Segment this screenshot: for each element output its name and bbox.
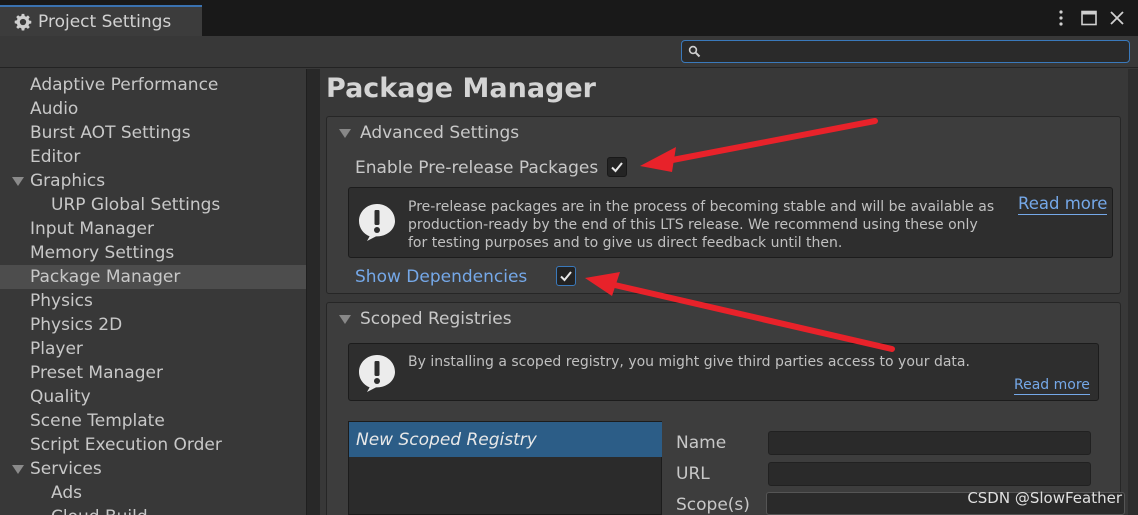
more-options-icon[interactable] xyxy=(1052,9,1070,27)
sidebar-item[interactable]: Services xyxy=(0,457,306,481)
sidebar-item-label: Cloud Build xyxy=(51,505,148,515)
sidebar-splitter[interactable] xyxy=(306,69,320,515)
sidebar-item[interactable]: Script Execution Order xyxy=(0,433,306,457)
sidebar-item-label: Graphics xyxy=(30,171,106,191)
help-line: Pre-release packages are in the process … xyxy=(408,199,995,215)
sidebar-item[interactable]: Physics 2D xyxy=(0,313,306,337)
window-controls xyxy=(1052,9,1126,27)
sidebar-item[interactable]: Cloud Build xyxy=(0,505,306,515)
sidebar-item-label: Script Execution Order xyxy=(30,435,222,455)
sidebar-item[interactable]: URP Global Settings xyxy=(0,193,306,217)
sidebar-item-label: Package Manager xyxy=(30,267,181,287)
sidebar-item[interactable]: Adaptive Performance xyxy=(0,73,306,97)
sidebar-item-label: Ads xyxy=(51,483,82,503)
warning-icon xyxy=(359,204,395,241)
name-label: Name xyxy=(676,433,727,453)
sidebar-item[interactable]: Burst AOT Settings xyxy=(0,121,306,145)
sidebar-item-label: Preset Manager xyxy=(30,363,163,383)
registry-name: New Scoped Registry xyxy=(356,430,537,450)
prerelease-checkbox[interactable] xyxy=(607,157,627,177)
help-line: production-ready by the end of this LTS … xyxy=(408,217,978,233)
prerelease-help-box: Pre-release packages are in the process … xyxy=(348,187,1113,258)
search-input[interactable] xyxy=(681,40,1130,63)
foldout-arrow-icon[interactable] xyxy=(12,465,24,474)
scoped-help-text: By installing a scoped registry, you mig… xyxy=(408,354,970,370)
list-item[interactable]: New Scoped Registry xyxy=(349,422,662,457)
scoped-registry-list: New Scoped Registry xyxy=(348,421,662,515)
prerelease-help-text: Pre-release packages are in the process … xyxy=(408,198,1018,252)
search-icon xyxy=(688,45,701,58)
sidebar-item-label: Quality xyxy=(30,387,91,407)
scoped-registries-header: Scoped Registries xyxy=(360,309,512,329)
foldout-arrow-icon xyxy=(339,315,351,324)
tab-label: Project Settings xyxy=(38,11,172,32)
foldout-arrow-icon[interactable] xyxy=(12,177,24,186)
checkmark-icon xyxy=(611,162,623,173)
scoped-read-more-link[interactable]: Read more xyxy=(1014,377,1090,395)
sidebar-item[interactable]: Graphics xyxy=(0,169,306,193)
tab-project-settings[interactable]: Project Settings xyxy=(0,5,202,36)
checkmark-icon xyxy=(560,271,572,282)
scoped-help-box: By installing a scoped registry, you mig… xyxy=(348,343,1099,401)
gear-icon xyxy=(14,13,32,30)
sidebar-item-label: Scene Template xyxy=(30,411,165,431)
show-dependencies-checkbox[interactable] xyxy=(556,266,576,286)
advanced-settings-foldout[interactable]: Advanced Settings xyxy=(327,117,1120,149)
title-bar: Project Settings xyxy=(0,0,1138,36)
sidebar-item-label: Physics xyxy=(30,291,93,311)
sidebar-item[interactable]: Player xyxy=(0,337,306,361)
close-icon[interactable] xyxy=(1108,9,1126,27)
sidebar-item[interactable]: Package Manager xyxy=(0,265,306,289)
url-label: URL xyxy=(676,464,710,484)
foldout-arrow-icon xyxy=(339,129,351,138)
show-dependencies-label: Show Dependencies xyxy=(355,267,528,287)
name-field[interactable] xyxy=(768,431,1091,455)
sidebar-item-label: Audio xyxy=(30,99,79,119)
sidebar-item[interactable]: Editor xyxy=(0,145,306,169)
maximize-icon[interactable] xyxy=(1080,9,1098,27)
watermark: CSDN @SlowFeather xyxy=(967,489,1122,507)
sidebar-item-label: Burst AOT Settings xyxy=(30,123,191,143)
sidebar-item-label: Adaptive Performance xyxy=(30,75,219,95)
advanced-settings-header: Advanced Settings xyxy=(360,123,520,143)
sidebar-item-label: Memory Settings xyxy=(30,243,175,263)
prerelease-label: Enable Pre-release Packages xyxy=(355,158,599,178)
sidebar-item[interactable]: Input Manager xyxy=(0,217,306,241)
sidebar-item[interactable]: Scene Template xyxy=(0,409,306,433)
sidebar-item-label: Services xyxy=(30,459,102,479)
help-line: for testing purposes and to give us dire… xyxy=(408,235,843,251)
sidebar-item[interactable]: Ads xyxy=(0,481,306,505)
settings-sidebar: Adaptive Performance Audio Burst AOT Setti… xyxy=(0,69,306,515)
sidebar-item[interactable]: Quality xyxy=(0,385,306,409)
sidebar-item-label: Input Manager xyxy=(30,219,154,239)
scopes-label: Scope(s) xyxy=(676,495,750,515)
scrollbar-track[interactable] xyxy=(1128,69,1138,515)
sidebar-item-label: Player xyxy=(30,339,83,359)
sidebar-item-label: Physics 2D xyxy=(30,315,123,335)
sidebar-item[interactable]: Audio xyxy=(0,97,306,121)
sidebar-item-label: URP Global Settings xyxy=(51,195,221,215)
prerelease-read-more-link[interactable]: Read more xyxy=(1018,194,1108,215)
scoped-registries-foldout[interactable]: Scoped Registries xyxy=(327,303,1120,335)
sidebar-item[interactable]: Physics xyxy=(0,289,306,313)
sidebar-item[interactable]: Memory Settings xyxy=(0,241,306,265)
page-title: Package Manager xyxy=(326,73,596,104)
warning-icon xyxy=(359,355,395,392)
url-field[interactable] xyxy=(768,462,1091,486)
sidebar-item[interactable]: Preset Manager xyxy=(0,361,306,385)
sidebar-item-label: Editor xyxy=(30,147,81,167)
